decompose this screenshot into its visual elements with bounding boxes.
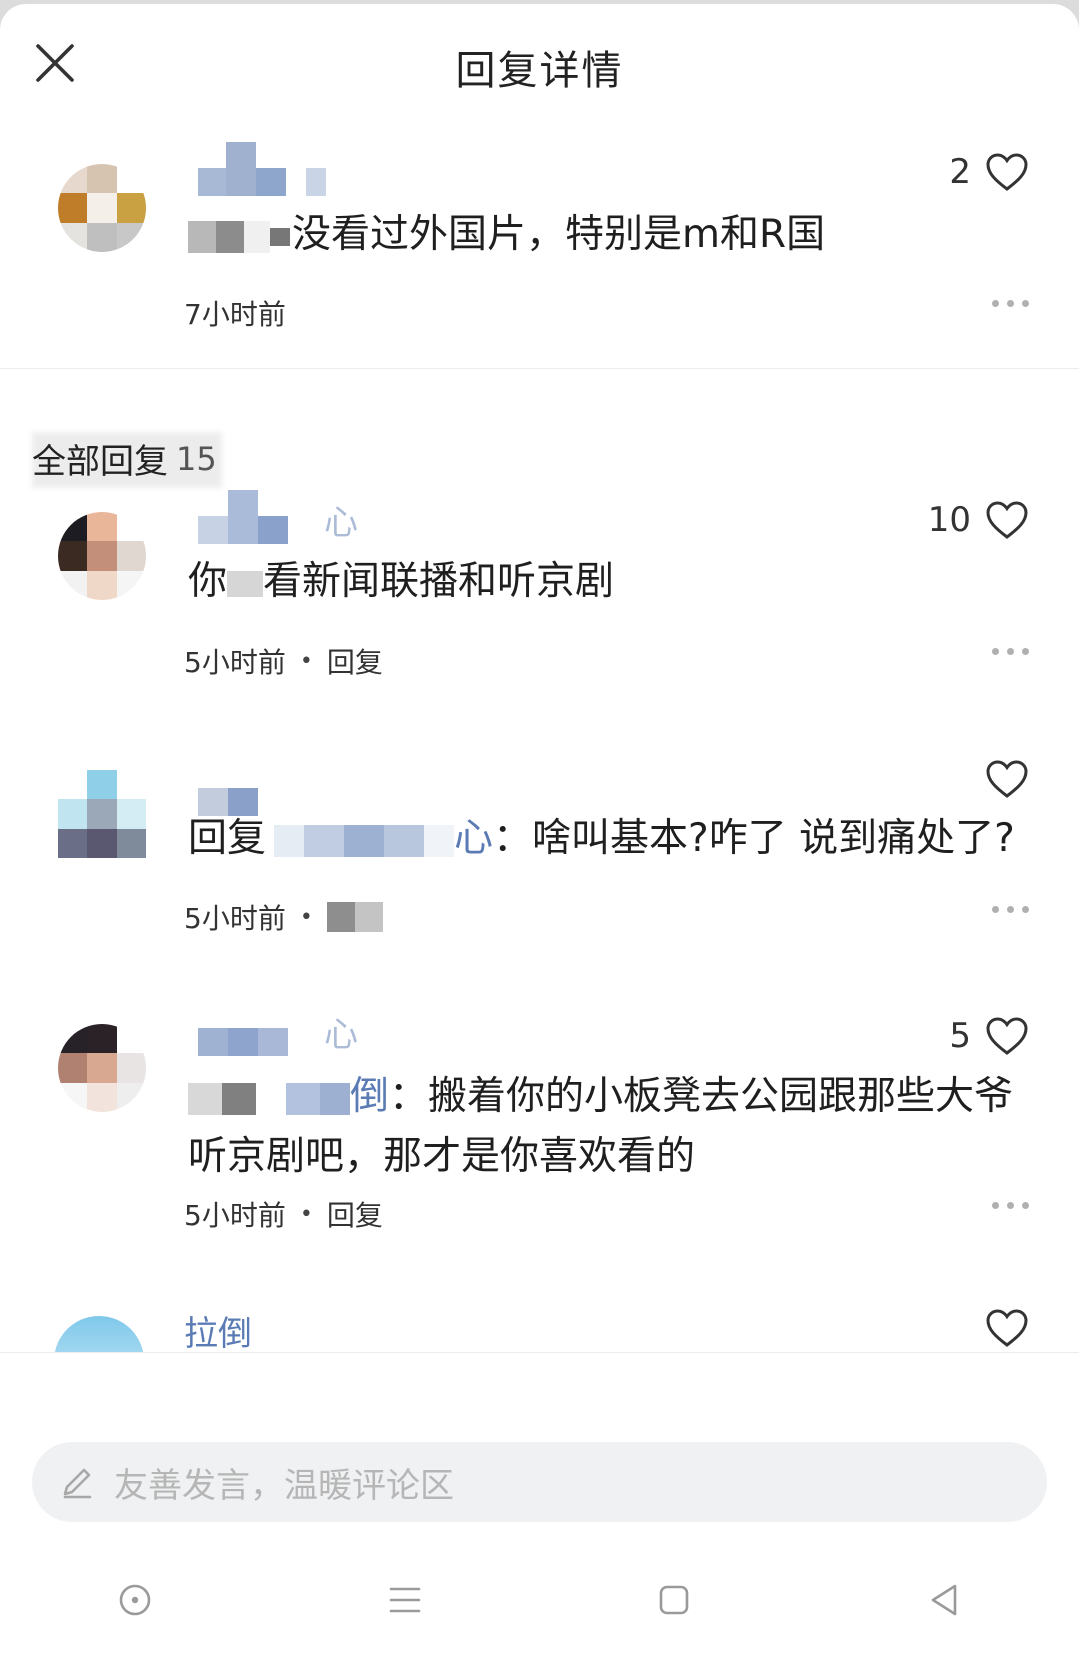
like-button[interactable]: 10	[928, 500, 1029, 540]
heart-icon	[986, 1017, 1028, 1055]
header: 回复详情	[0, 4, 1079, 124]
divider	[0, 368, 1079, 369]
page-title: 回复详情	[455, 48, 624, 94]
timestamp: 7小时前	[184, 298, 286, 331]
pen-icon	[63, 1468, 92, 1499]
more-button[interactable]	[992, 906, 1029, 913]
heart-icon	[986, 1309, 1028, 1347]
reply-text: 回复 心：啥叫基本?咋了 说到痛处了?	[188, 816, 1015, 861]
comment-meta: 7小时前	[184, 293, 286, 333]
input-placeholder: 友善发言，温暖评论区	[114, 1465, 454, 1506]
reply-text: 你看新闻联播和听京剧	[188, 559, 615, 604]
more-dots-icon	[992, 300, 999, 307]
more-dots-icon	[992, 1202, 999, 1209]
like-button[interactable]: 5	[949, 1016, 1029, 1056]
reply-link[interactable]: 回复	[327, 641, 383, 681]
username-blurred[interactable]: 心	[198, 996, 358, 1056]
username-blurred[interactable]: 心	[198, 484, 358, 544]
system-nav-bar	[0, 1544, 1079, 1655]
more-button[interactable]	[992, 300, 1029, 307]
timestamp: 5小时前	[184, 646, 286, 679]
heart-icon	[986, 760, 1028, 798]
username-blurred[interactable]	[198, 136, 326, 196]
avatar[interactable]	[58, 164, 146, 252]
menu-lines-icon[interactable]	[385, 1580, 425, 1620]
heart-icon	[986, 501, 1028, 539]
avatar[interactable]	[58, 512, 146, 600]
reply-meta: 5小时前 • 回复	[184, 641, 383, 681]
like-count: 10	[927, 500, 971, 540]
like-button[interactable]	[971, 759, 1029, 799]
more-dots-icon	[992, 906, 999, 913]
like-button[interactable]: 2	[949, 152, 1029, 192]
reply-link[interactable]: 回复	[327, 1194, 383, 1234]
reply-detail-sheet: 回复详情 2 没看过外国片，特别是m和R国 7小时前 全部回复 15 心 10 …	[0, 4, 1079, 1655]
reply-meta: 5小时前 • 回复	[184, 1194, 383, 1234]
comment-input[interactable]: 友善发言，温暖评论区	[32, 1442, 1047, 1522]
timestamp: 5小时前	[184, 1199, 286, 1232]
home-circle-icon[interactable]	[115, 1580, 155, 1620]
comment-text: 没看过外国片，特别是m和R国	[188, 205, 825, 265]
reply-count: 15	[176, 439, 217, 478]
more-button[interactable]	[992, 1202, 1029, 1209]
section-title: 全部回复 15	[32, 439, 217, 483]
back-triangle-icon[interactable]	[924, 1580, 964, 1620]
timestamp: 5小时前	[184, 902, 286, 935]
heart-icon	[986, 153, 1028, 191]
like-button[interactable]	[971, 1308, 1029, 1348]
more-dots-icon	[992, 648, 999, 655]
reply-meta: 5小时前 •	[184, 897, 383, 937]
more-button[interactable]	[992, 648, 1029, 655]
reply-link-blurred[interactable]	[326, 902, 383, 932]
square-recents-icon[interactable]	[654, 1580, 694, 1620]
username-blurred[interactable]	[198, 756, 258, 816]
like-count: 2	[949, 152, 971, 192]
username[interactable]: 拉倒	[184, 1306, 252, 1355]
avatar[interactable]	[58, 1024, 146, 1112]
reply-text: 倒：搬着你的小板凳去公园跟那些大爷 听京剧吧，那才是你喜欢看的	[188, 1074, 1014, 1179]
avatar[interactable]	[58, 770, 146, 858]
like-count: 5	[949, 1016, 971, 1056]
